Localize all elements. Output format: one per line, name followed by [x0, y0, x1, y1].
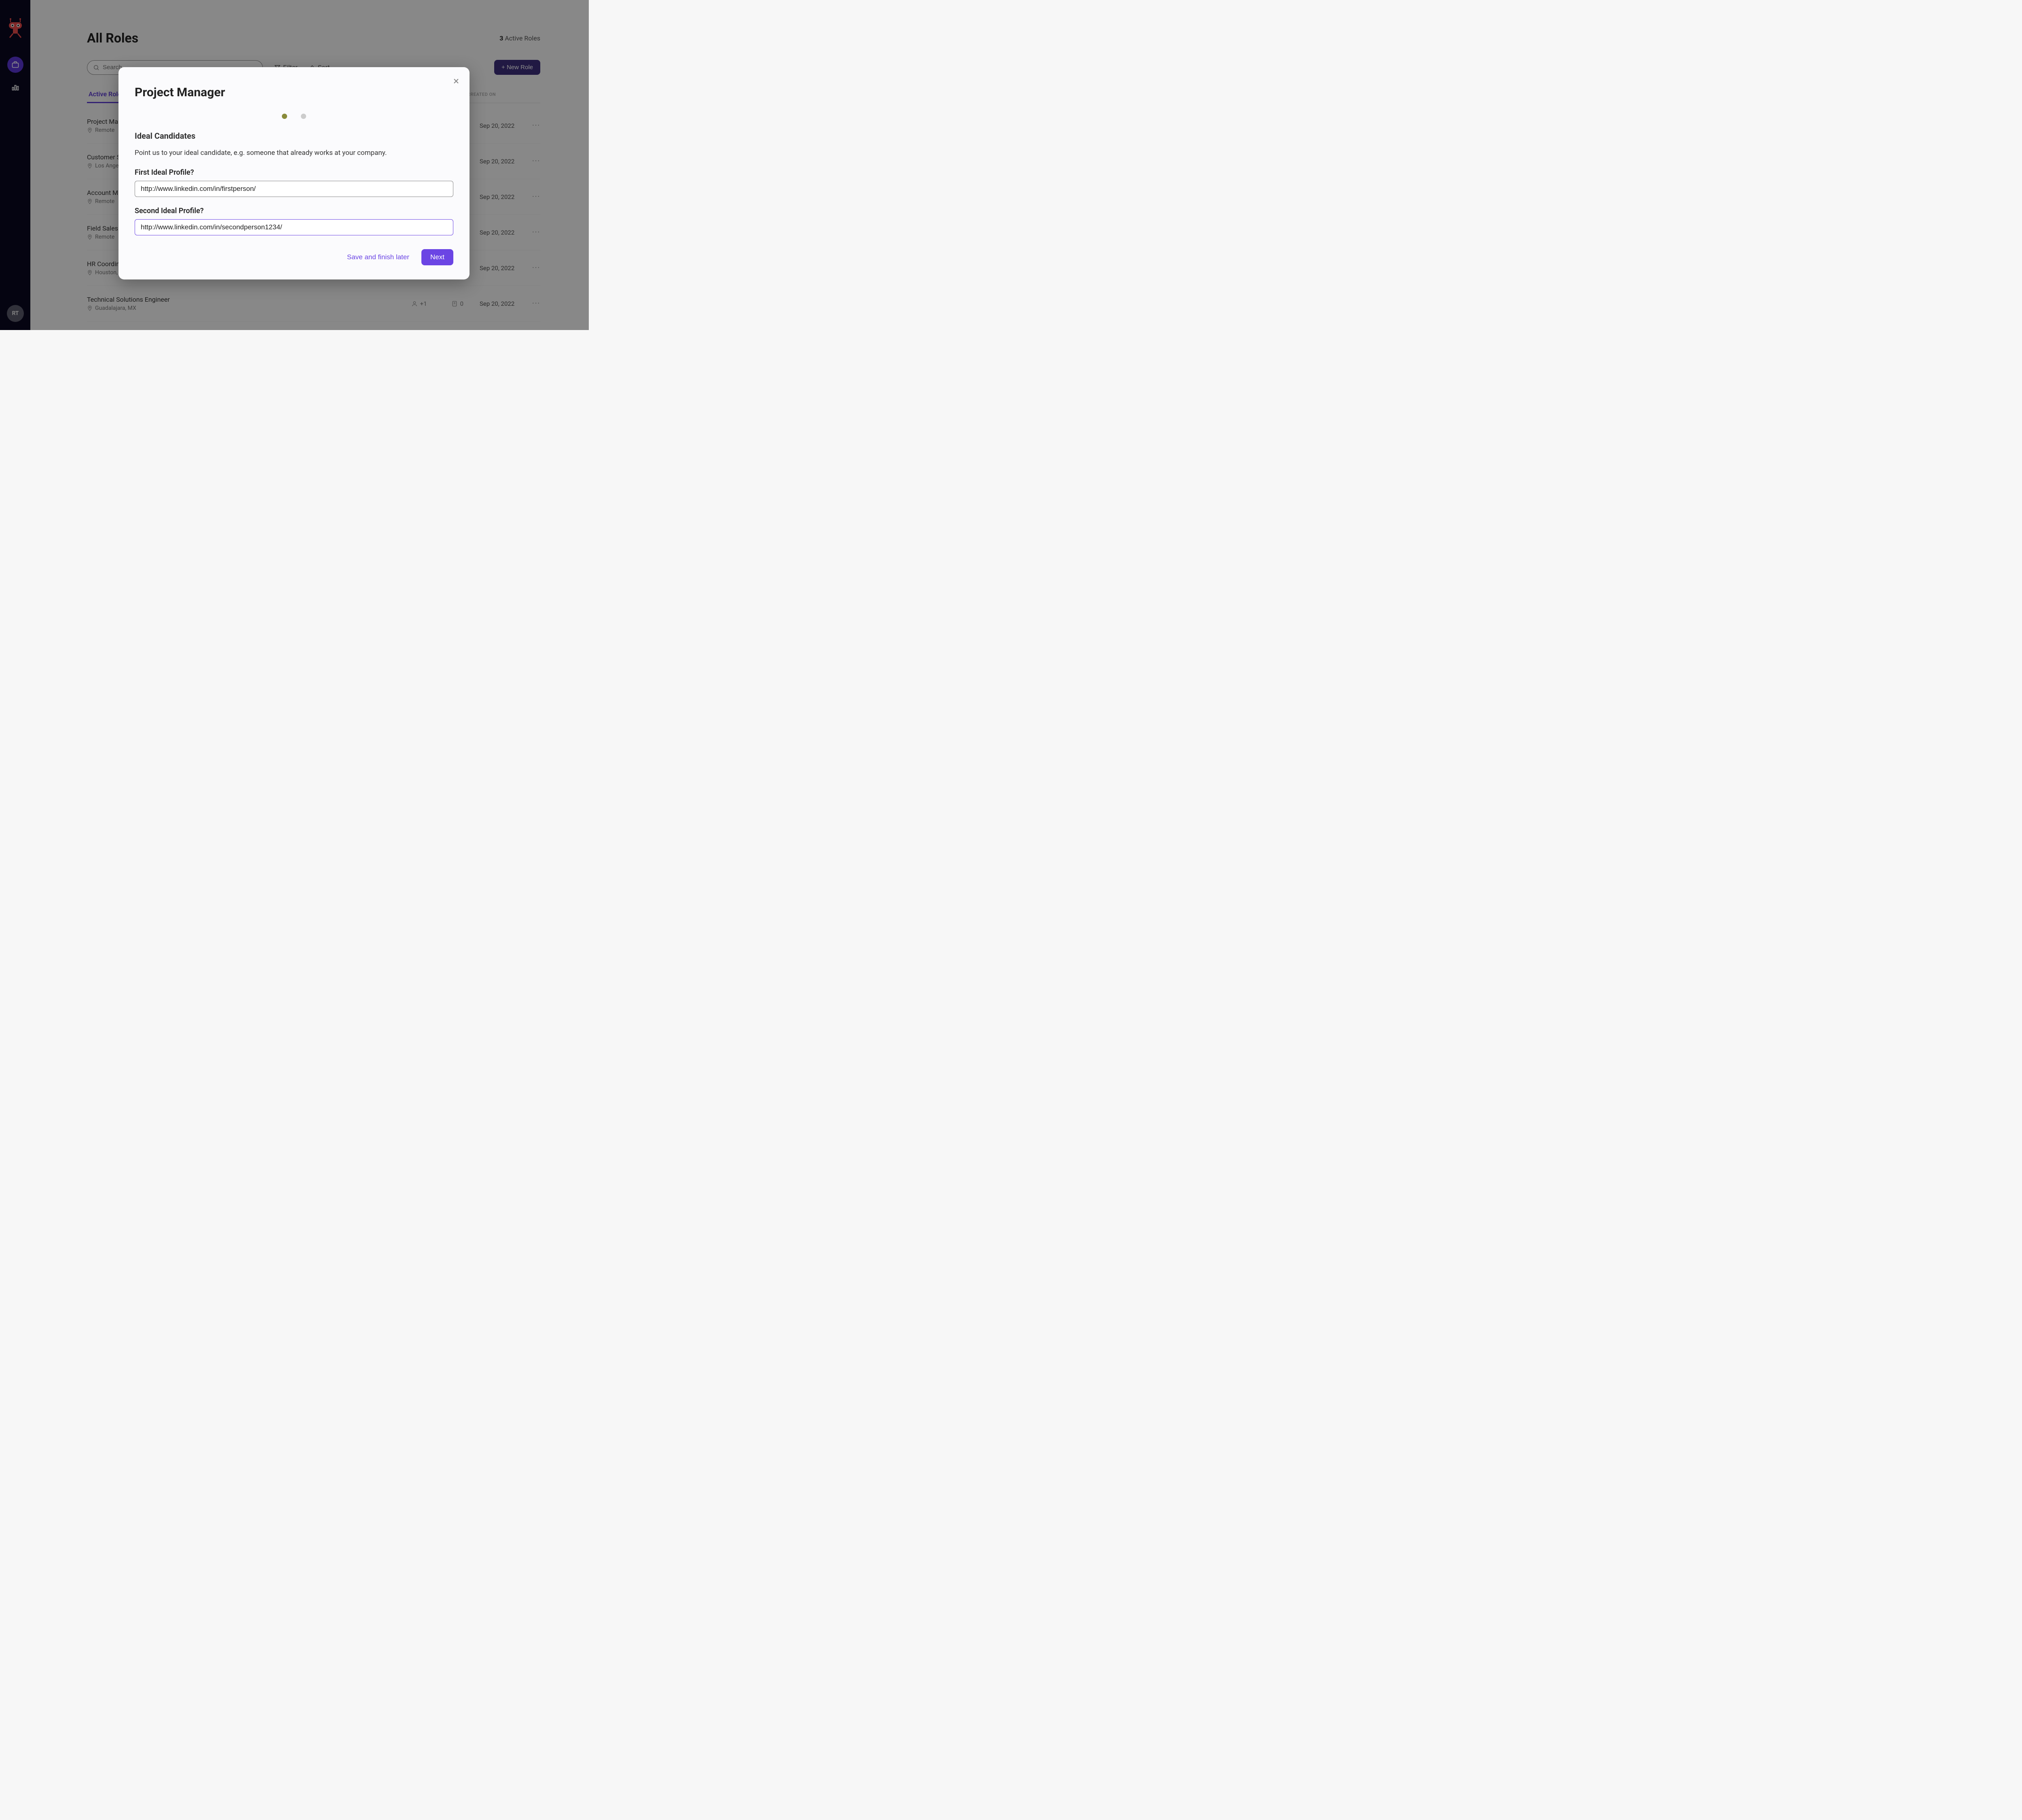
section-description: Point us to your ideal candidate, e.g. s…: [135, 149, 453, 157]
modal-title: Project Manager: [135, 85, 453, 99]
first-profile-label: First Ideal Profile?: [135, 168, 453, 177]
section-title: Ideal Candidates: [135, 131, 453, 141]
next-button[interactable]: Next: [421, 249, 453, 265]
step-dot-1: [282, 114, 287, 119]
step-dot-2: [301, 114, 306, 119]
second-profile-input[interactable]: [135, 219, 453, 235]
first-profile-input[interactable]: [135, 181, 453, 197]
modal-ideal-candidates: × Project Manager Ideal Candidates Point…: [118, 67, 470, 279]
step-indicator: [135, 114, 453, 119]
modal-close-button[interactable]: ×: [453, 76, 459, 87]
second-profile-label: Second Ideal Profile?: [135, 207, 453, 215]
save-finish-later-button[interactable]: Save and finish later: [347, 253, 409, 261]
